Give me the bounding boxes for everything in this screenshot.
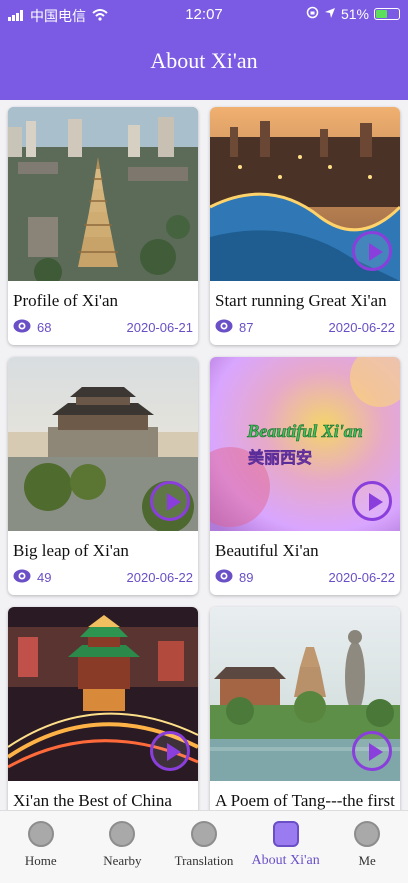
article-card[interactable]: Start running Great Xi'an 87 2020-06-22 xyxy=(210,107,400,345)
tab-label: Home xyxy=(24,853,57,868)
orientation-lock-icon xyxy=(306,6,319,22)
publish-date: 2020-06-21 xyxy=(126,320,194,335)
article-card[interactable]: Big leap of Xi'an 49 2020-06-22 xyxy=(8,357,198,595)
article-title: Big leap of Xi'an xyxy=(13,541,129,560)
tab-translation[interactable]: Translation xyxy=(163,811,245,883)
article-thumbnail xyxy=(8,107,198,281)
play-icon[interactable] xyxy=(150,731,190,771)
play-icon[interactable] xyxy=(150,481,190,521)
status-bar: 中国电信 12:07 51% xyxy=(0,0,408,28)
view-count: 87 xyxy=(239,320,254,335)
eye-icon xyxy=(13,319,31,336)
about-icon xyxy=(272,821,299,847)
play-icon[interactable] xyxy=(352,481,392,521)
article-title: Xi'an the Best of China xyxy=(13,791,172,810)
home-icon xyxy=(27,821,54,847)
publish-date: 2020-06-22 xyxy=(328,320,396,335)
tab-label: Me xyxy=(358,853,376,868)
view-count: 49 xyxy=(37,570,52,585)
article-thumbnail xyxy=(210,607,400,781)
translation-icon xyxy=(190,821,217,847)
tab-about-xian[interactable]: About Xi'an xyxy=(245,811,327,883)
nearby-icon xyxy=(109,821,136,847)
battery-percent: 51% xyxy=(340,6,369,22)
tab-label: About Xi'an xyxy=(251,853,320,868)
tab-nearby[interactable]: Nearby xyxy=(82,811,164,883)
article-title: Profile of Xi'an xyxy=(13,291,119,310)
article-thumbnail xyxy=(8,357,198,531)
page-title: About Xi'an xyxy=(150,48,258,73)
location-icon xyxy=(324,6,336,22)
article-card[interactable]: Beautiful Xi'an 美丽西安 Beautiful Xi'an 89 … xyxy=(210,357,400,595)
play-icon[interactable] xyxy=(352,231,392,271)
eye-icon xyxy=(215,319,233,336)
tab-me[interactable]: Me xyxy=(326,811,408,883)
header-bar: 中国电信 12:07 51% About Xi'an xyxy=(0,0,408,100)
publish-date: 2020-06-22 xyxy=(328,570,396,585)
thumb-caption: Beautiful Xi'an xyxy=(246,421,363,441)
tab-label: Nearby xyxy=(103,853,142,868)
play-icon[interactable] xyxy=(352,731,392,771)
article-title: A Poem of Tang---the first xyxy=(215,791,395,810)
article-thumbnail xyxy=(210,107,400,281)
tab-label: Translation xyxy=(174,853,234,868)
eye-icon xyxy=(13,569,31,586)
battery-icon xyxy=(374,8,400,20)
view-count: 89 xyxy=(239,570,254,585)
article-card[interactable]: Profile of Xi'an 68 2020-06-21 xyxy=(8,107,198,345)
article-title: Start running Great Xi'an xyxy=(215,291,387,310)
profile-icon xyxy=(354,821,381,847)
bottom-tab-bar: Home Nearby Translation About Xi'an Me xyxy=(0,810,408,883)
eye-icon xyxy=(215,569,233,586)
article-thumbnail: Beautiful Xi'an 美丽西安 xyxy=(210,357,400,531)
article-title: Beautiful Xi'an xyxy=(215,541,319,560)
article-thumbnail xyxy=(8,607,198,781)
thumb-caption-cn: 美丽西安 xyxy=(248,448,312,467)
tab-home[interactable]: Home xyxy=(0,811,82,883)
view-count: 68 xyxy=(37,320,52,335)
publish-date: 2020-06-22 xyxy=(126,570,194,585)
